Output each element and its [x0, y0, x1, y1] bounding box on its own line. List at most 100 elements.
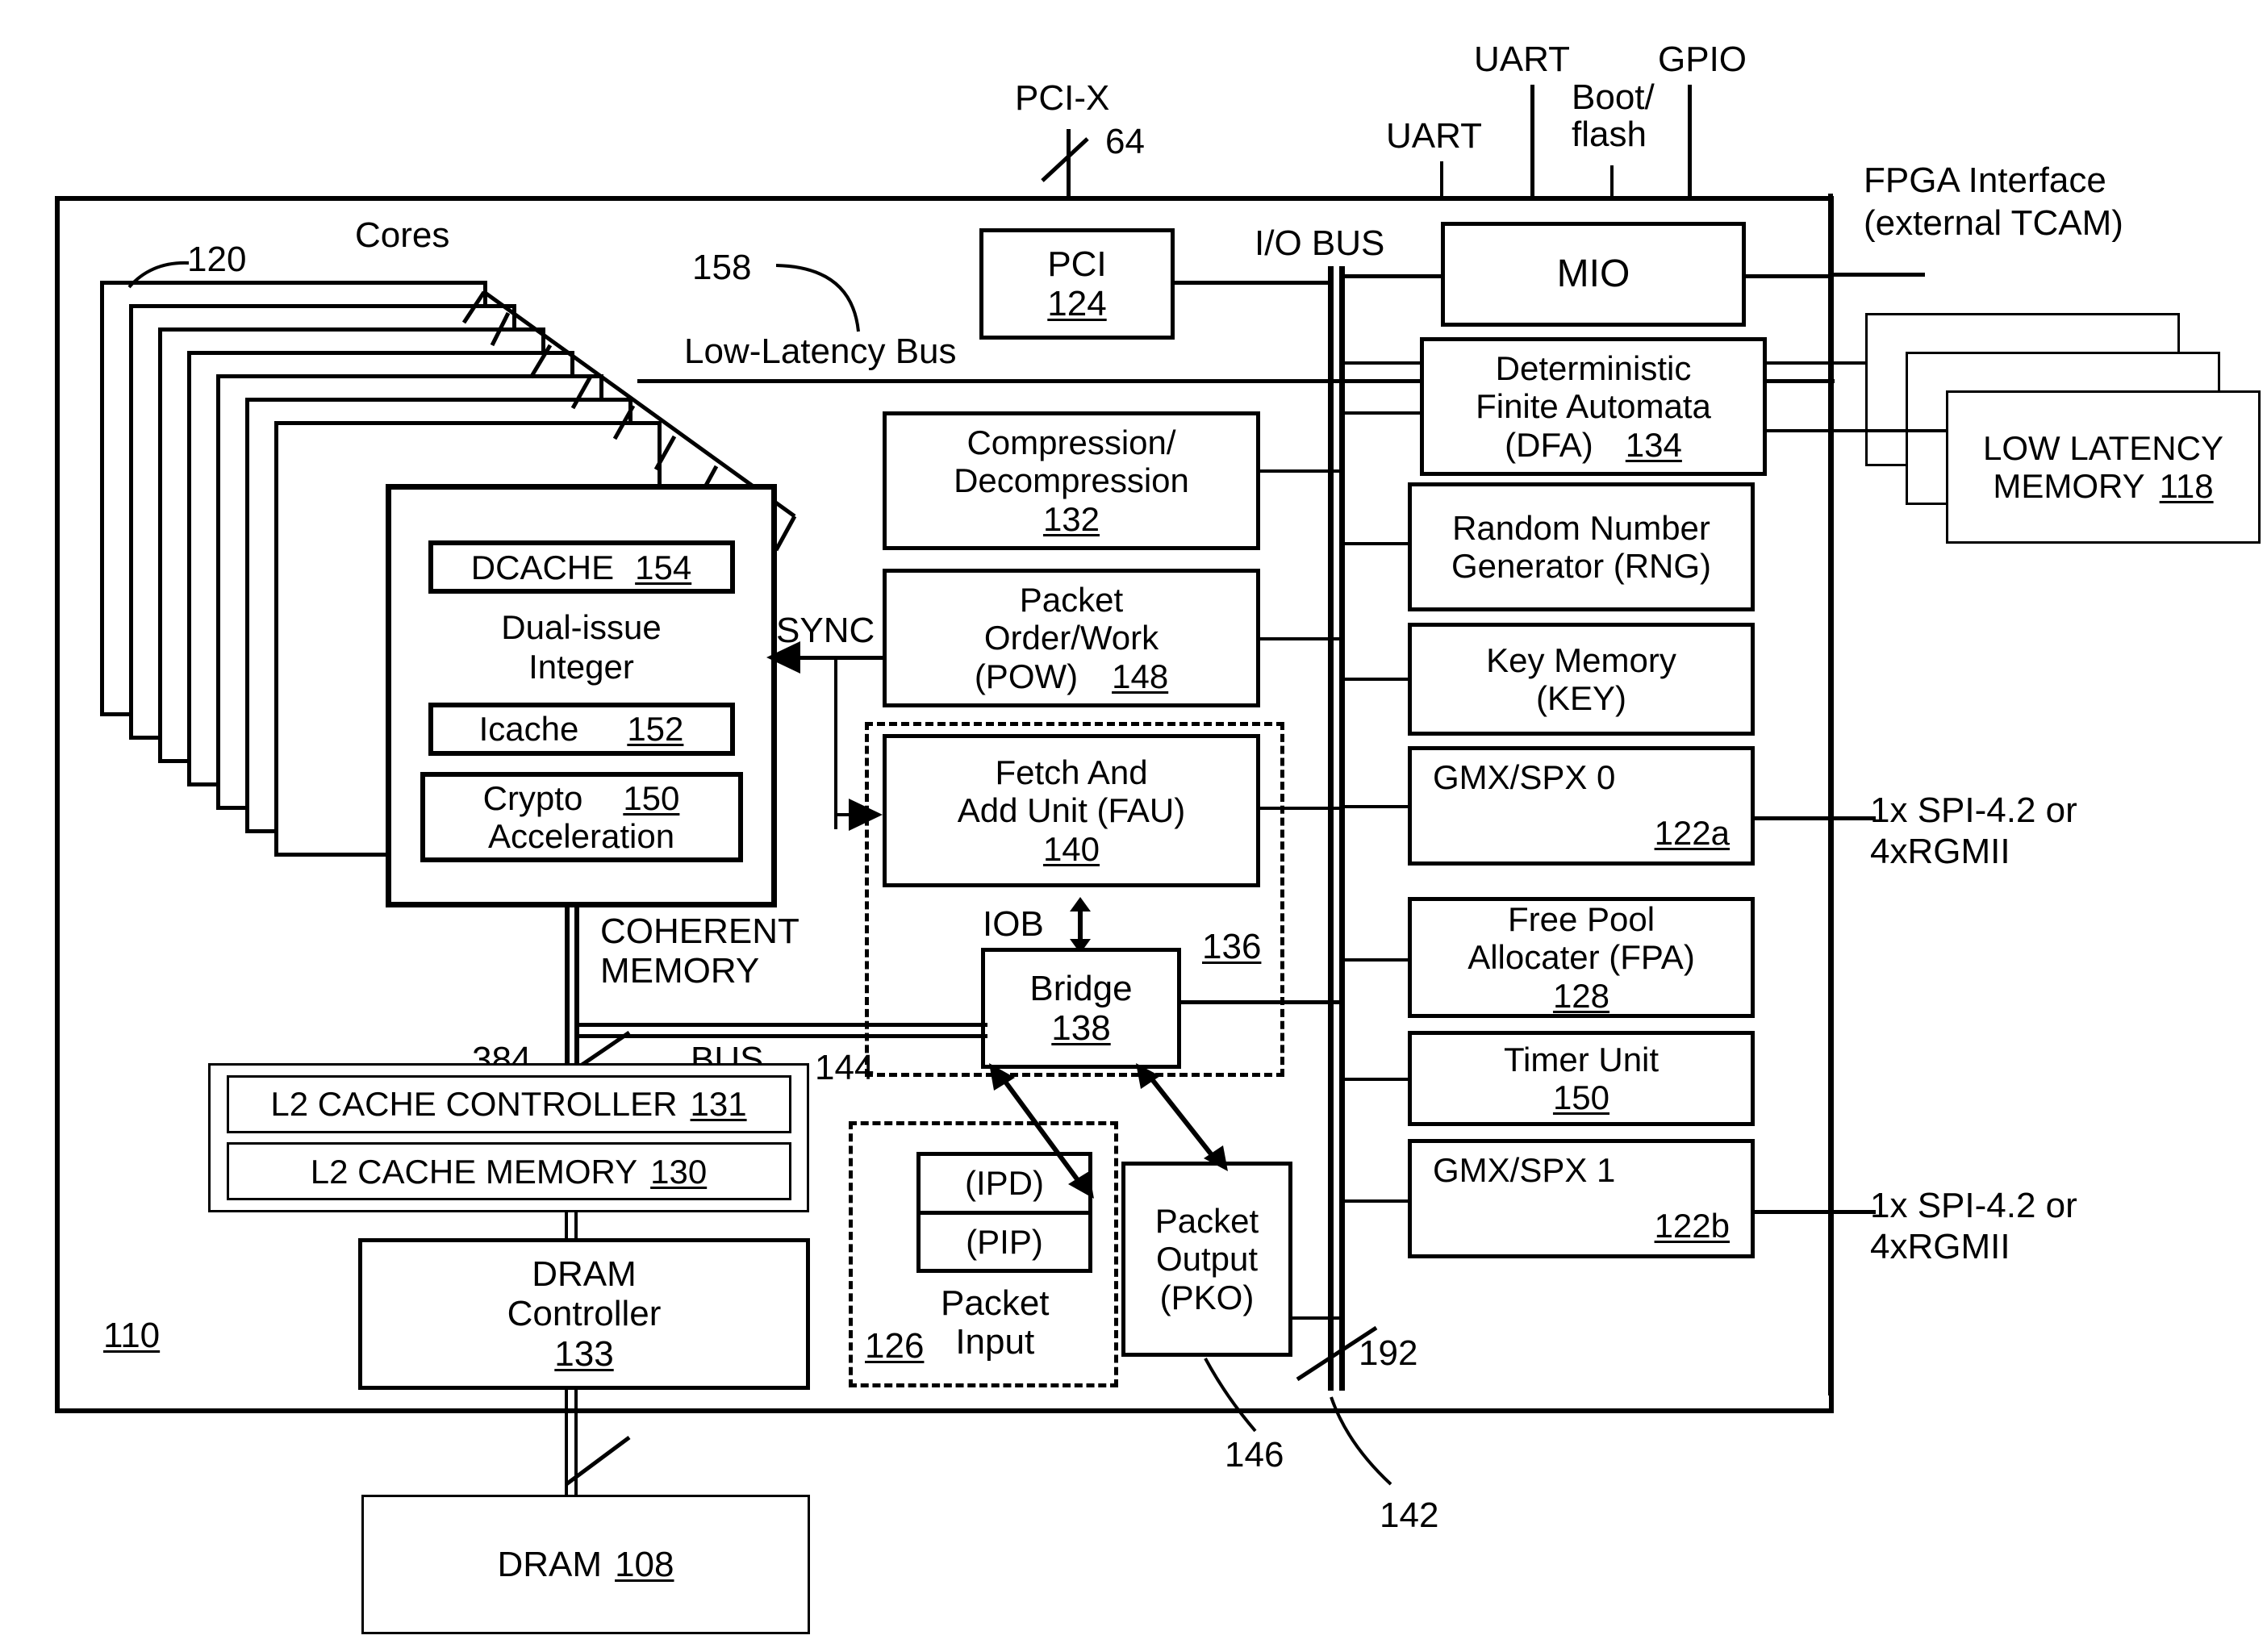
key-line2: (KEY) — [1535, 679, 1626, 717]
gmx0-label: GMX/SPX 0 — [1433, 758, 1616, 796]
pko-line1: Packet — [1154, 1202, 1259, 1241]
fpga-line-1: FPGA Interface — [1864, 161, 2106, 200]
iobus-stub-gmx0 — [1345, 805, 1408, 808]
sync-branch-vertical — [834, 656, 837, 829]
pko-line2: Output — [1155, 1240, 1259, 1279]
packet-input-label: Packet Input — [941, 1283, 1050, 1362]
pci-label: PCI — [1047, 244, 1107, 284]
rng-box: Random Number Generator (RNG) — [1408, 482, 1755, 611]
pko-to-iobus-line — [1292, 1316, 1344, 1320]
coherent-line1: COHERENT — [600, 912, 800, 951]
compression-line1: Compression/ — [967, 423, 1176, 462]
dfa-to-llm-line-2 — [1767, 429, 1946, 432]
crypto-box: Crypto 150 Acceleration — [420, 771, 743, 862]
icache-ref: 152 — [627, 710, 684, 749]
crypto-line1: Crypto — [482, 778, 583, 817]
fpga-line-2: (external TCAM) — [1864, 202, 2123, 243]
iobus-stub-dfa-1 — [1345, 361, 1420, 365]
packet-input-line1: Packet — [941, 1283, 1050, 1323]
timer-ref: 150 — [1552, 1078, 1610, 1116]
fpa-line2: Allocater (FPA) — [1467, 938, 1695, 977]
gmx1-ref: 122b — [1654, 1207, 1730, 1245]
l2ctrl-label: L2 CACHE CONTROLLER — [270, 1085, 678, 1124]
pow-box: Packet Order/Work (POW) 148 — [883, 569, 1260, 707]
sync-line — [795, 656, 883, 660]
iobus-stub-dfa-2 — [1345, 411, 1420, 415]
gmx-spx-1-box: GMX/SPX 1 122b — [1408, 1139, 1755, 1258]
iob-label: IOB — [983, 904, 1044, 944]
pci-to-iobus-line — [1175, 281, 1328, 285]
chip-ref-110: 110 — [103, 1316, 161, 1355]
crypto-ref: 150 — [623, 778, 680, 817]
port-label-fpga-interface: FPGA Interface (external TCAM) — [1864, 160, 2123, 245]
compression-to-iobus-line — [1260, 469, 1344, 473]
dcache-box: DCACHE 154 — [428, 540, 735, 594]
port-label-pcix-width: 64 — [1105, 122, 1145, 161]
boot-flash-line2: flash — [1572, 115, 1647, 155]
port-label-spi-top: 1x SPI-4.2 or 4xRGMII — [1870, 791, 2077, 872]
l2-cache-group: L2 CACHE CONTROLLER 131 L2 CACHE MEMORY … — [208, 1063, 809, 1212]
rng-line2: Generator (RNG) — [1451, 547, 1712, 585]
fpga-out-line — [1828, 273, 1925, 277]
io-bus-vertical-line-a — [1328, 266, 1334, 1391]
io-bus-ref-142: 142 — [1380, 1496, 1439, 1535]
fpa-ref: 128 — [1552, 976, 1610, 1015]
bridge-to-pko-arrow — [1133, 1063, 1238, 1173]
pko-line3: (PKO) — [1159, 1278, 1255, 1316]
icache-box: Icache 152 — [428, 702, 735, 756]
icache-label: Icache — [478, 710, 579, 749]
l2-to-dramctrl-line-a — [565, 1210, 568, 1241]
spi-bot-line-1: 1x SPI-4.2 or — [1870, 1186, 2077, 1225]
chip-right-edge-spine — [1828, 194, 1833, 1395]
io-bus-ref-142-leader — [1323, 1395, 1428, 1496]
spi-bot-line-2: 4xRGMII — [1870, 1226, 2010, 1266]
low-latency-bus-ref-158: 158 — [692, 248, 752, 287]
compression-box: Compression/ Decompression 132 — [883, 411, 1260, 550]
port-label-spi-bottom: 1x SPI-4.2 or 4xRGMII — [1870, 1186, 2077, 1267]
mio-label: MIO — [1556, 252, 1630, 296]
pko-box: Packet Output (PKO) — [1121, 1162, 1292, 1357]
l2ctrl-ref: 131 — [690, 1085, 747, 1124]
dfa-to-llm-line-1 — [1767, 361, 1865, 365]
low-latency-ref-leader — [774, 254, 879, 335]
spi-top-line-1: 1x SPI-4.2 or — [1870, 791, 2077, 830]
iobus-to-mio-line — [1345, 274, 1442, 278]
bridge-label: Bridge — [1029, 968, 1133, 1008]
pow-to-iobus-line — [1260, 637, 1344, 640]
iob-double-arrow-icon — [1067, 897, 1094, 953]
compression-line2: Decompression — [954, 461, 1189, 500]
cores-label: Cores — [355, 215, 450, 255]
io-bus-ref-192: 192 — [1359, 1333, 1418, 1373]
pcix-slash-icon — [1041, 136, 1091, 184]
low-latency-memory-front: LOW LATENCY MEMORY 118 — [1946, 390, 2261, 544]
port-label-pcix: PCI-X — [1015, 78, 1110, 118]
bridge-to-ipd-arrow — [983, 1063, 1112, 1200]
compression-ref: 132 — [1042, 499, 1100, 538]
timer-label: Timer Unit — [1503, 1040, 1660, 1078]
pko-ref-leader — [1202, 1357, 1275, 1433]
rng-line1: Random Number — [1452, 508, 1710, 547]
pow-line1: Packet — [1019, 581, 1124, 620]
key-line1: Key Memory — [1486, 640, 1676, 679]
iobus-stub-key — [1345, 678, 1408, 681]
port-label-uart-left: UART — [1386, 116, 1482, 156]
dram-box: DRAM 108 — [361, 1495, 810, 1634]
iobus-stub-timer — [1345, 1078, 1408, 1081]
pow-line3: (POW) — [974, 657, 1079, 695]
packet-input-ref-126: 126 — [865, 1326, 925, 1366]
fpa-box: Free Pool Allocater (FPA) 128 — [1408, 897, 1755, 1018]
dcache-label: DCACHE — [470, 548, 615, 586]
port-label-uart-right: UART — [1474, 40, 1570, 79]
iobus-stub-rng — [1345, 542, 1408, 545]
dram-label: DRAM — [497, 1544, 603, 1584]
timer-unit-box: Timer Unit 150 — [1408, 1031, 1755, 1126]
pip-cell: (PIP) — [966, 1222, 1043, 1261]
lowlat-ref: 118 — [2159, 467, 2214, 505]
spi-top-line-2: 4xRGMII — [1870, 831, 2010, 871]
low-latency-bus-label: Low-Latency Bus — [684, 332, 957, 371]
iobus-stub-fpa — [1345, 958, 1408, 962]
key-memory-box: Key Memory (KEY) — [1408, 623, 1755, 736]
io-bus-label: I/O BUS — [1255, 223, 1385, 263]
dfa-line1: Deterministic — [1495, 349, 1692, 388]
l2mem-ref: 130 — [650, 1152, 708, 1191]
